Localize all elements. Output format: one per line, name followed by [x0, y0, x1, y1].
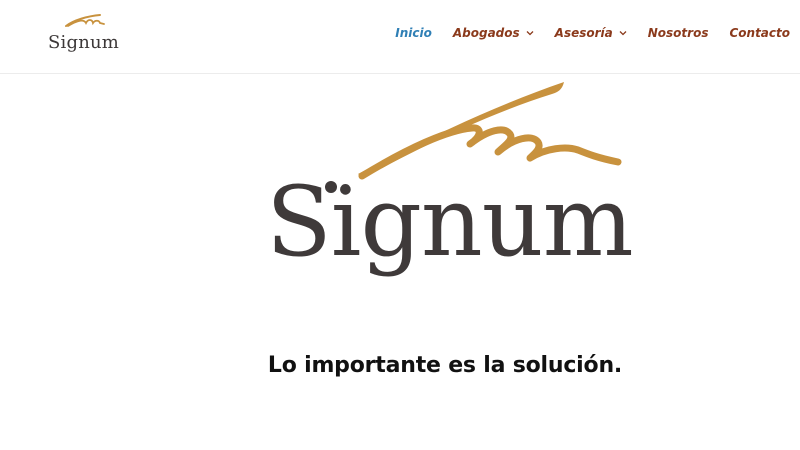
nav-item-label: Asesoría: [554, 26, 613, 40]
hero-tagline: Lo importante es la solución.: [267, 353, 623, 378]
nav-item-contacto[interactable]: Contacto: [729, 26, 790, 40]
logo-text: Signum: [48, 32, 120, 53]
nav-item-abogados[interactable]: Abogados: [453, 26, 534, 40]
hero-logo: Signum: [258, 78, 634, 328]
main-nav: Inicio Abogados Asesoría Nosotros Contac…: [374, 26, 790, 40]
chevron-down-icon: [526, 31, 534, 36]
site-header: Signum Inicio Abogados Asesoría Nosotros…: [0, 0, 800, 74]
nav-item-label: Inicio: [395, 26, 432, 40]
nav-item-label: Nosotros: [647, 26, 709, 40]
chevron-down-icon: [619, 31, 627, 36]
site-logo[interactable]: Signum: [44, 12, 119, 60]
nav-item-asesoria[interactable]: Asesoría: [555, 26, 627, 40]
nav-item-label: Abogados: [452, 26, 520, 40]
nav-item-inicio[interactable]: Inicio: [395, 26, 432, 40]
hero-logo-text: Signum: [266, 166, 634, 278]
nav-item-label: Contacto: [729, 26, 790, 40]
nav-item-nosotros[interactable]: Nosotros: [648, 26, 709, 40]
